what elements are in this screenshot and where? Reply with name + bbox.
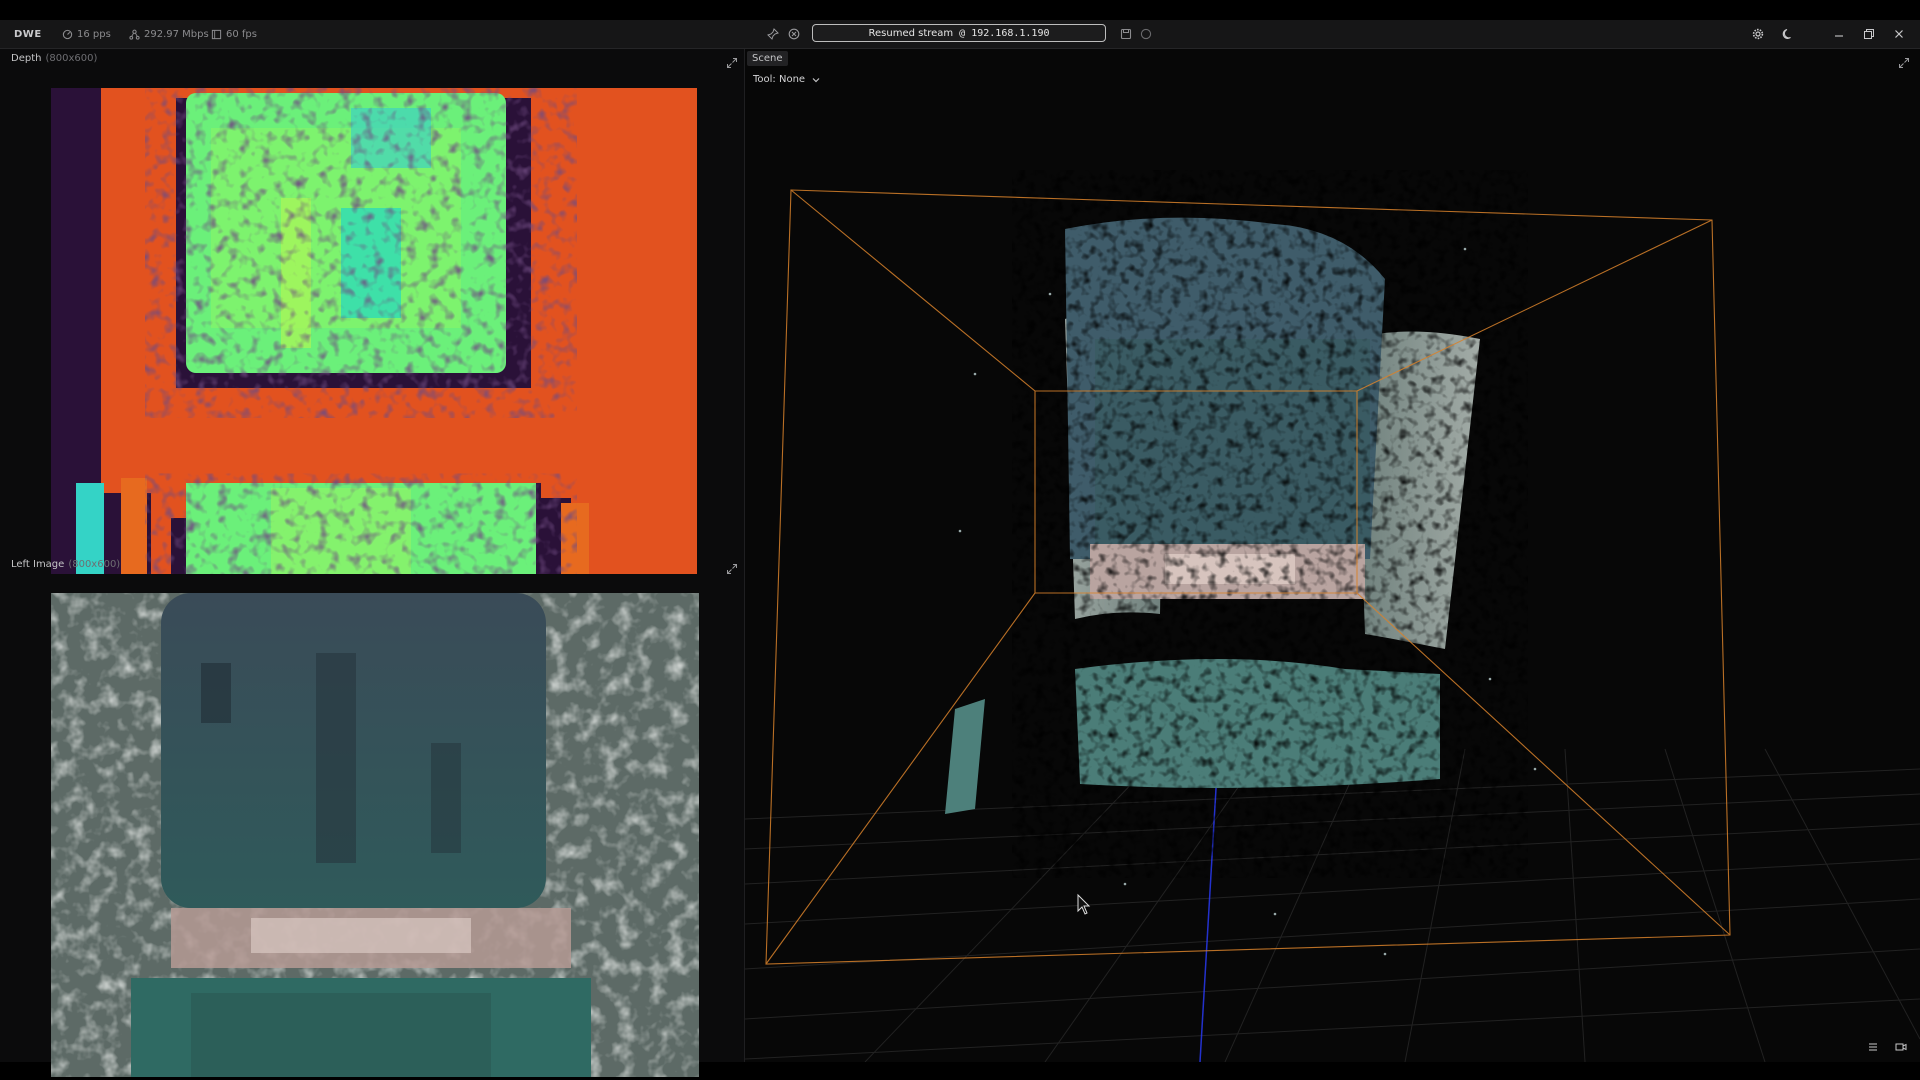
tool-selector[interactable]: Tool: None: [753, 74, 821, 85]
save-icon: [1120, 28, 1132, 40]
close-icon: [1895, 30, 1903, 38]
left-image-title: Left Image: [11, 559, 65, 570]
stream-address: @ 192.168.1.190: [959, 27, 1050, 39]
stop-circle-icon: [788, 28, 800, 40]
stop-stream-button[interactable]: [787, 27, 801, 41]
app-logo: DWE: [14, 29, 42, 40]
scene-bottom-toolbar: [1866, 1040, 1908, 1054]
stream-status-field[interactable]: Resumed stream @ 192.168.1.190: [812, 24, 1106, 42]
close-button[interactable]: [1892, 27, 1906, 41]
bandwidth-stat: 292.97 Mbps: [129, 29, 209, 40]
app-window: DWE 16 pps 292.97 Mbps 60 fps Resumed st…: [0, 20, 1920, 1077]
expand-icon: [727, 58, 737, 68]
tab-scene[interactable]: Scene: [747, 51, 788, 66]
chevron-down-icon: [812, 77, 820, 82]
mouse-cursor: [1077, 893, 1091, 915]
gauge-icon: [62, 29, 73, 40]
scene-viewport[interactable]: Scene Tool: None: [745, 49, 1920, 1062]
network-icon: [129, 29, 140, 40]
bandwidth-value: 292.97 Mbps: [144, 29, 209, 40]
pps-value: 16 pps: [77, 29, 111, 40]
expand-icon: [727, 564, 737, 574]
minimize-button[interactable]: [1832, 27, 1846, 41]
depth-image: [51, 88, 697, 574]
left-image-expand-button[interactable]: [726, 560, 738, 574]
minimize-icon: [1835, 35, 1843, 37]
record-button[interactable]: [1119, 27, 1133, 41]
maximize-button[interactable]: [1862, 27, 1876, 41]
pin-button[interactable]: [766, 27, 780, 41]
frame-icon: [211, 29, 222, 40]
fps-stat: 60 fps: [211, 29, 257, 40]
layers-icon[interactable]: [1866, 1040, 1880, 1054]
point-cloud: [945, 217, 1485, 819]
expand-icon: [1899, 58, 1909, 68]
top-bar: DWE 16 pps 292.97 Mbps 60 fps Resumed st…: [0, 20, 1920, 49]
pin-icon: [767, 28, 779, 40]
restore-icon: [1864, 29, 1874, 39]
theme-toggle[interactable]: [1781, 27, 1795, 41]
depth-panel-title: Depth (800x600): [11, 53, 97, 64]
moon-icon: [1782, 28, 1791, 39]
circle-icon: [1140, 28, 1152, 40]
left-camera-image: [51, 593, 699, 1077]
fps-value: 60 fps: [226, 29, 257, 40]
left-image-panel-title: Left Image (800x600): [11, 559, 120, 570]
stream-status-text: Resumed stream: [868, 27, 954, 39]
settings-button[interactable]: [1751, 27, 1765, 41]
pps-stat: 16 pps: [62, 29, 111, 40]
left-image-resolution: (800x600): [68, 559, 121, 570]
scene-expand-button[interactable]: [1898, 54, 1910, 68]
camera-icon[interactable]: [1894, 1040, 1908, 1054]
point-cloud-view[interactable]: [745, 49, 1920, 1062]
depth-resolution: (800x600): [45, 53, 98, 64]
depth-expand-button[interactable]: [726, 54, 738, 68]
camera-panels: Depth (800x600) Left Image (800x600): [0, 49, 745, 1077]
tool-label: Tool: None: [753, 74, 806, 85]
status-indicator: [1139, 27, 1153, 41]
depth-title: Depth: [11, 53, 42, 64]
gear-icon: [1752, 28, 1764, 40]
